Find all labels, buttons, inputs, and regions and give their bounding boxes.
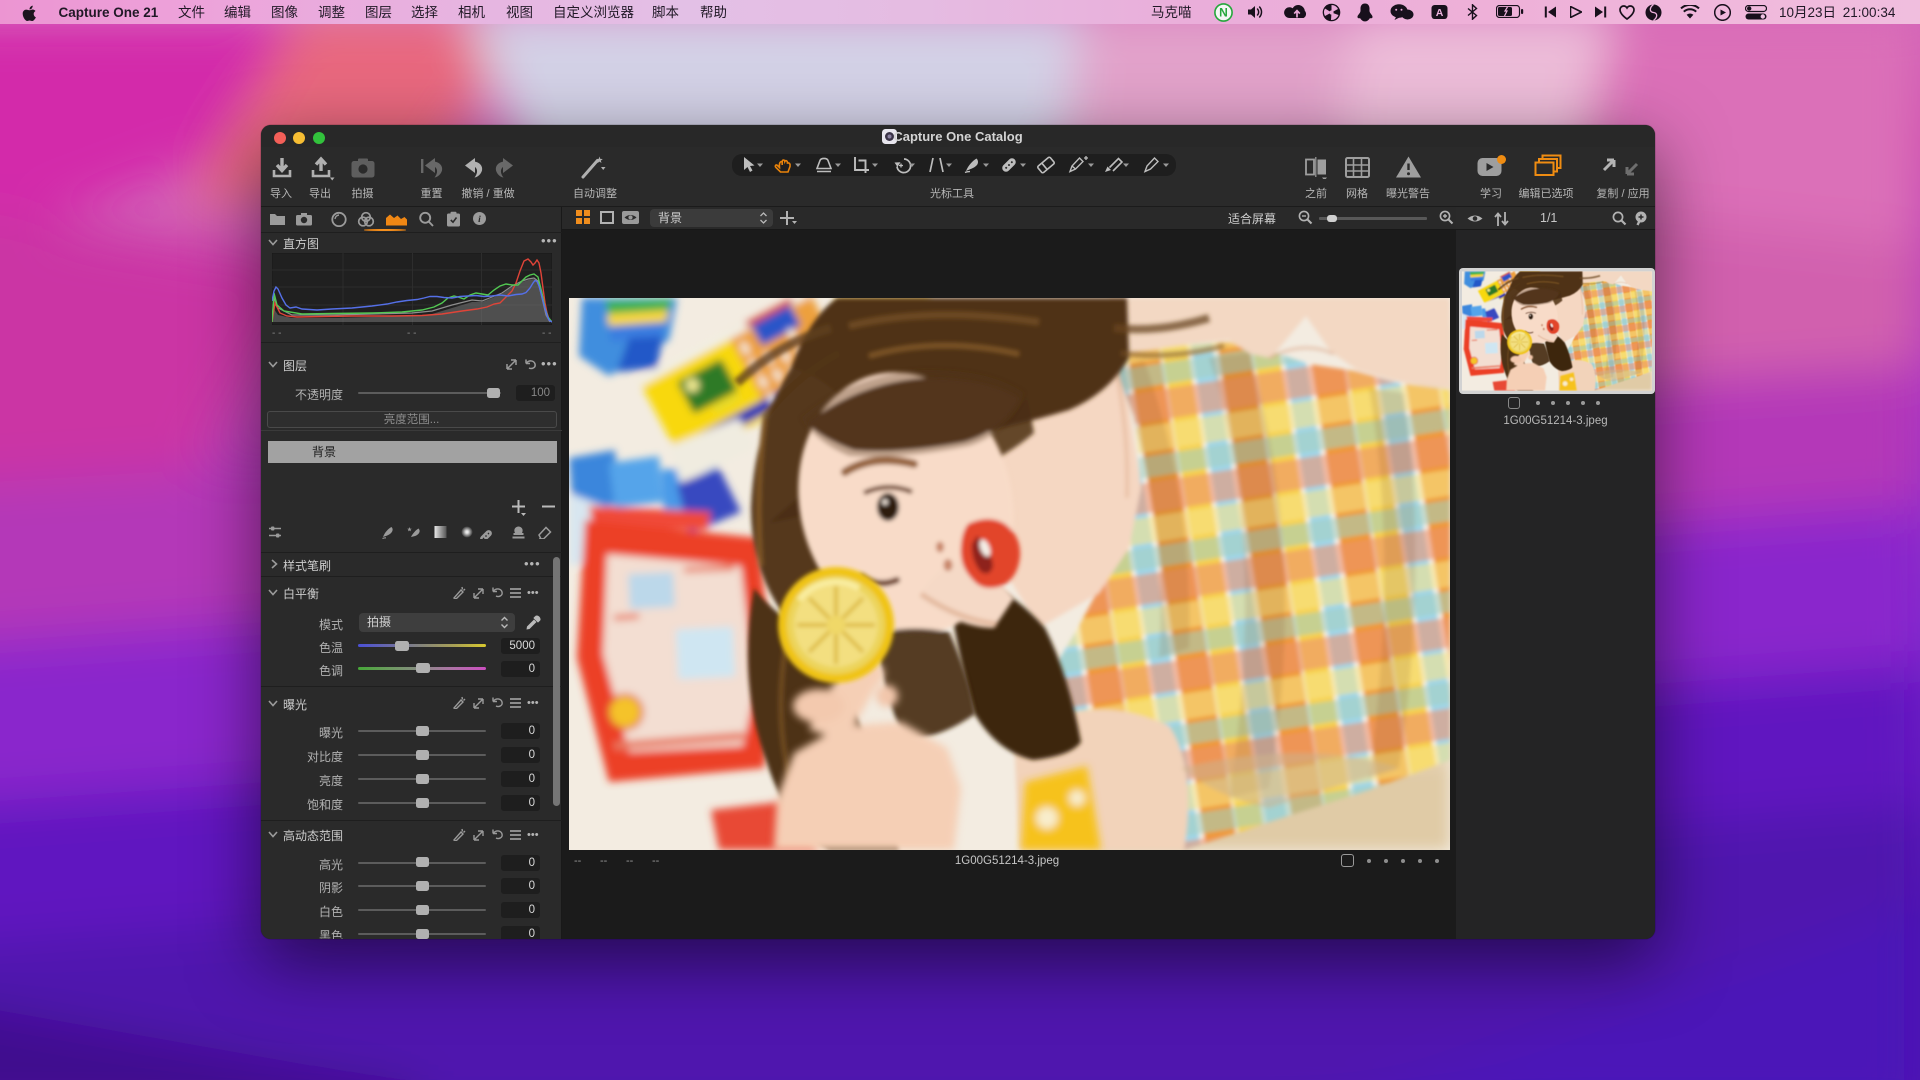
svg-text:i: i	[478, 215, 481, 225]
svg-text:•••: •••	[527, 697, 539, 709]
svg-text:•••: •••	[527, 829, 539, 841]
svg-text:•••: •••	[527, 587, 539, 599]
svg-text:N: N	[1219, 6, 1228, 20]
svg-text:A: A	[1436, 7, 1444, 19]
